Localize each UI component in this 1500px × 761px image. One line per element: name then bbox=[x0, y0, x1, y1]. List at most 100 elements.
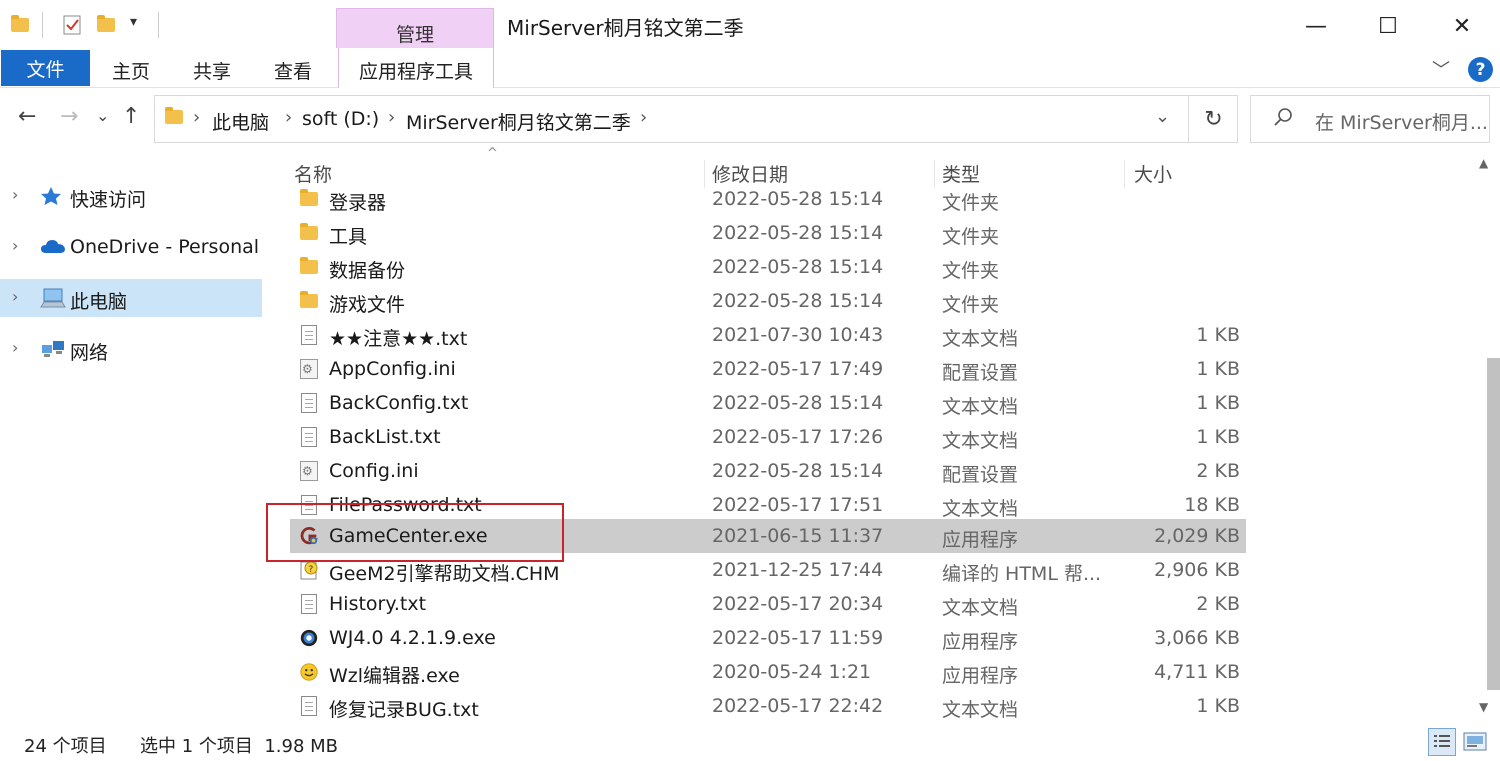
file-row[interactable]: AppConfig.ini 2022-05-17 17:49 配置设置 1 KB bbox=[290, 352, 1246, 386]
file-row[interactable]: WJ4.0 4.2.1.9.exe 2022-05-17 11:59 应用程序 … bbox=[290, 621, 1246, 655]
forward-button[interactable]: → bbox=[60, 104, 78, 129]
tab-file[interactable]: 文件 bbox=[1, 50, 90, 86]
file-size: 4,711 KB bbox=[1154, 661, 1240, 683]
folder-icon bbox=[165, 107, 183, 124]
help-button[interactable]: ? bbox=[1468, 57, 1493, 82]
file-date: 2021-06-15 11:37 bbox=[712, 525, 884, 547]
file-row[interactable]: BackConfig.txt 2022-05-28 15:14 文本文档 1 K… bbox=[290, 386, 1246, 420]
file-type: 文本文档 bbox=[942, 597, 1019, 619]
recent-locations-button[interactable]: ⌄ bbox=[96, 106, 109, 125]
scrollbar-thumb[interactable] bbox=[1487, 358, 1500, 690]
file-name: BackList.txt bbox=[329, 426, 441, 448]
file-row[interactable]: 登录器 2022-05-28 15:14 文件夹 bbox=[290, 188, 1246, 216]
search-icon bbox=[1273, 107, 1293, 132]
window-title: MirServer桐月铭文第二季 bbox=[507, 16, 744, 40]
file-type: 文本文档 bbox=[942, 430, 1019, 452]
text-file-icon bbox=[299, 593, 319, 615]
breadcrumb-this-pc[interactable]: 此电脑 bbox=[212, 108, 269, 135]
file-date: 2022-05-28 15:14 bbox=[712, 290, 884, 312]
search-box[interactable]: 在 MirServer桐月... bbox=[1250, 95, 1490, 143]
search-placeholder: 在 MirServer桐月... bbox=[1315, 112, 1488, 134]
large-icons-view-icon[interactable] bbox=[1462, 730, 1488, 754]
file-size: 1 KB bbox=[1196, 426, 1240, 448]
tab-view[interactable]: 查看 bbox=[274, 57, 312, 84]
close-button[interactable]: ✕ bbox=[1438, 6, 1486, 46]
file-size: 1 KB bbox=[1196, 324, 1240, 346]
file-row[interactable]: Wzl编辑器.exe 2020-05-24 1:21 应用程序 4,711 KB bbox=[290, 655, 1246, 689]
smiley-app-icon bbox=[299, 661, 319, 683]
column-header-date[interactable]: 修改日期 bbox=[712, 160, 788, 187]
file-date: 2022-05-17 17:49 bbox=[712, 358, 884, 380]
file-date: 2022-05-28 15:14 bbox=[712, 222, 884, 244]
new-folder-icon[interactable] bbox=[96, 14, 116, 36]
scroll-down-icon[interactable]: ▼ bbox=[1479, 700, 1488, 714]
help-file-icon: ? bbox=[299, 559, 319, 581]
maximize-button[interactable]: ☐ bbox=[1364, 6, 1412, 46]
file-row[interactable]: 工具 2022-05-28 15:14 文件夹 bbox=[290, 216, 1246, 250]
column-header-size[interactable]: 大小 bbox=[1134, 160, 1172, 187]
file-date: 2022-05-17 17:26 bbox=[712, 426, 884, 448]
tab-manage[interactable]: 管理 bbox=[336, 8, 494, 48]
file-type: 应用程序 bbox=[942, 665, 1019, 687]
address-bar[interactable]: › 此电脑 › soft (D:) › MirServer桐月铭文第二季 › ⌄… bbox=[154, 95, 1238, 143]
file-name: Wzl编辑器.exe bbox=[329, 665, 460, 687]
breadcrumb-drive[interactable]: soft (D:) bbox=[302, 108, 379, 130]
up-button[interactable]: ↑ bbox=[122, 104, 140, 129]
wj-app-icon bbox=[299, 627, 319, 649]
sort-indicator-icon: ^ bbox=[487, 146, 498, 161]
customize-toolbar-icon[interactable]: ▾ bbox=[130, 14, 137, 30]
highlight-box bbox=[266, 503, 564, 562]
column-divider[interactable] bbox=[1124, 160, 1125, 188]
divider bbox=[42, 12, 43, 38]
folder-icon bbox=[299, 188, 319, 210]
folder-icon bbox=[299, 222, 319, 244]
text-file-icon bbox=[299, 324, 319, 346]
file-date: 2022-05-28 15:14 bbox=[712, 256, 884, 278]
refresh-button[interactable]: ↻ bbox=[1188, 96, 1238, 142]
file-row[interactable]: 游戏文件 2022-05-28 15:14 文件夹 bbox=[290, 284, 1246, 318]
file-type: 文本文档 bbox=[942, 699, 1019, 721]
config-file-icon bbox=[299, 358, 319, 380]
file-row[interactable]: 数据备份 2022-05-28 15:14 文件夹 bbox=[290, 250, 1246, 284]
file-size: 2 KB bbox=[1196, 593, 1240, 615]
tab-home[interactable]: 主页 bbox=[112, 57, 150, 84]
file-type: 文本文档 bbox=[942, 396, 1019, 418]
file-name: AppConfig.ini bbox=[329, 358, 456, 380]
breadcrumb-separator[interactable]: › bbox=[388, 107, 395, 128]
collapse-ribbon-icon[interactable]: ﹀ bbox=[1432, 56, 1450, 82]
details-view-icon[interactable] bbox=[1428, 728, 1456, 756]
file-type: 文件夹 bbox=[942, 294, 1000, 316]
breadcrumb-separator[interactable]: › bbox=[640, 107, 647, 128]
file-name: WJ4.0 4.2.1.9.exe bbox=[329, 627, 496, 649]
column-header-type[interactable]: 类型 bbox=[942, 160, 980, 187]
file-date: 2020-05-24 1:21 bbox=[712, 661, 872, 683]
item-count: 24 个项目 bbox=[24, 736, 107, 757]
scroll-up-icon[interactable]: ▲ bbox=[1479, 156, 1488, 170]
file-row[interactable]: ★★注意★★.txt 2021-07-30 10:43 文本文档 1 KB bbox=[290, 318, 1246, 352]
text-file-icon bbox=[299, 695, 319, 717]
address-dropdown-icon[interactable]: ⌄ bbox=[1155, 106, 1170, 127]
file-row[interactable]: Config.ini 2022-05-28 15:14 配置设置 2 KB bbox=[290, 454, 1246, 488]
tab-share[interactable]: 共享 bbox=[193, 57, 231, 84]
file-type: 文本文档 bbox=[942, 498, 1019, 520]
text-file-icon bbox=[299, 392, 319, 414]
file-row[interactable]: History.txt 2022-05-17 20:34 文本文档 2 KB bbox=[290, 587, 1246, 621]
file-type: 文件夹 bbox=[942, 226, 1000, 248]
file-size: 18 KB bbox=[1184, 494, 1240, 516]
column-divider[interactable] bbox=[704, 160, 705, 188]
minimize-button[interactable]: — bbox=[1292, 6, 1340, 46]
properties-icon[interactable] bbox=[62, 14, 82, 36]
file-type: 编译的 HTML 帮... bbox=[942, 563, 1102, 585]
folder-icon bbox=[299, 256, 319, 278]
back-button[interactable]: ← bbox=[18, 104, 36, 129]
tab-application-tools[interactable]: 应用程序工具 bbox=[338, 48, 494, 88]
breadcrumb-separator[interactable]: › bbox=[285, 107, 292, 128]
file-type: 文本文档 bbox=[942, 328, 1019, 350]
tab-application-tools-label: 应用程序工具 bbox=[358, 61, 473, 83]
folder-icon[interactable] bbox=[10, 14, 30, 36]
file-row[interactable]: 修复记录BUG.txt 2022-05-17 22:42 文本文档 1 KB bbox=[290, 689, 1246, 722]
column-header-name[interactable]: 名称 bbox=[294, 160, 332, 187]
breadcrumb-folder[interactable]: MirServer桐月铭文第二季 bbox=[406, 108, 631, 135]
file-row[interactable]: BackList.txt 2022-05-17 17:26 文本文档 1 KB bbox=[290, 420, 1246, 454]
column-divider[interactable] bbox=[934, 160, 935, 188]
